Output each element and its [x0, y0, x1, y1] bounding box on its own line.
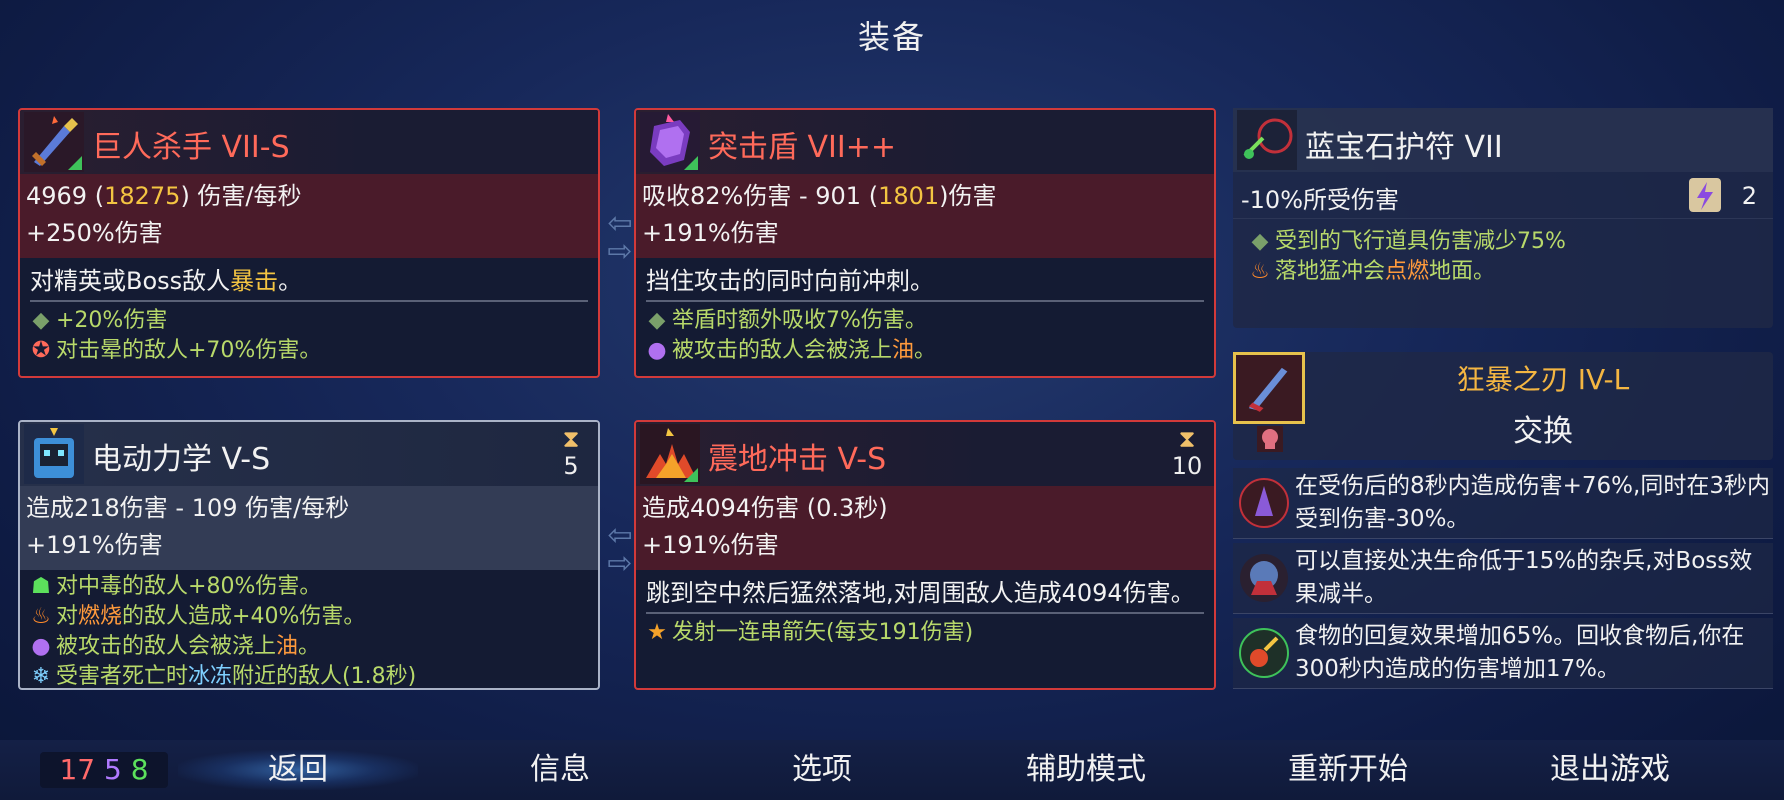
star-icon: ★ — [647, 620, 667, 645]
brutality-count: 17 — [59, 753, 96, 786]
mutation-text: 食物的回复效果增加65%。回收食物后,你在300秒内造成的伤害增加17%。 — [1295, 623, 1745, 682]
rage-mutation-icon — [1239, 478, 1289, 528]
affix-line: ◆ +20%伤害 — [30, 306, 588, 336]
weapon-name: 巨人杀手 VII-S — [92, 130, 290, 165]
oil-icon: ● — [31, 634, 51, 659]
skill-damage-bonus: +191%伤害 — [642, 531, 779, 559]
assist-mode-button[interactable]: 辅助模式 — [966, 750, 1206, 790]
skill-card-ground-slam[interactable]: 震地冲击 V-S ⧗ 10 造成4094伤害 (0.3秒) +191%伤害 跳到… — [634, 420, 1216, 690]
scroll-stat-counts: 17 5 8 — [40, 752, 168, 788]
fire-icon: ♨ — [1250, 259, 1270, 284]
skill-damage: 造成4094伤害 (0.3秒) — [642, 494, 888, 522]
affix-line: ● 被攻击的敌人会被浇上油。 — [30, 632, 588, 662]
mutation-row[interactable]: 食物的回复效果增加65%。回收食物后,你在300秒内造成的伤害增加17%。 — [1233, 618, 1773, 689]
skill-card-electrodynamics[interactable]: 电动力学 V-S ⧗ 5 造成218伤害 - 109 伤害/每秒 +191%伤害… — [18, 420, 600, 690]
weapon-damage-bonus: +250%伤害 — [26, 219, 163, 247]
skill-damage-bonus: +191%伤害 — [26, 531, 163, 559]
weapon-dps: 4969 (18275) 伤害/每秒 — [26, 182, 302, 210]
giant-killer-icon — [24, 112, 84, 172]
quit-game-button[interactable]: 退出游戏 — [1490, 750, 1730, 790]
hourglass-icon: ⧗ — [1178, 425, 1196, 453]
skill-description: 跳到空中然后猛然落地,对周围敌人造成4094伤害。 — [646, 579, 1195, 607]
restart-button[interactable]: 重新开始 — [1228, 750, 1468, 790]
cooldown: ⧗ 10 — [1170, 426, 1204, 480]
stun-icon: ✪ — [31, 338, 51, 363]
affix-line: ● 被攻击的敌人会被浇上油。 — [646, 336, 1204, 366]
affix-line: ♨ 落地猛冲会点燃地面。 — [1249, 257, 1757, 287]
skull-icon — [1257, 426, 1283, 452]
divider — [30, 300, 588, 302]
divider — [646, 612, 1204, 614]
affix-line: ♨ 对燃烧的敌人造成+40%伤害。 — [30, 602, 588, 632]
weapon-name: 突击盾 VII++ — [708, 130, 897, 165]
survival-count: 8 — [130, 753, 149, 786]
weapon-damage-bonus: +191%伤害 — [642, 219, 779, 247]
affix-line: ☗ 对中毒的敌人+80%伤害。 — [30, 572, 588, 602]
food-mutation-icon — [1239, 628, 1289, 678]
amulet-stat: -10%所受伤害 — [1241, 186, 1400, 214]
scroll-count: 2 — [1741, 182, 1757, 210]
weapon-description: 对精英或Boss敌人暴击。 — [30, 267, 303, 295]
cooldown: ⧗ 5 — [554, 426, 588, 480]
mutation-text: 可以直接处决生命低于15%的杂兵,对Boss效果减半。 — [1295, 548, 1753, 607]
sapphire-amulet-icon — [1237, 110, 1297, 170]
mutation-panel: 狂暴之刃 IV-L 交换 在受伤后的8秒内造成伤害+76%,同时在3秒内受到伤害… — [1233, 352, 1773, 692]
bottom-menu-bar: 17 5 8 返回 信息 选项 辅助模式 重新开始 退出游戏 — [0, 740, 1784, 800]
amulet-name: 蓝宝石护符 VII — [1305, 130, 1503, 165]
mutation-header[interactable]: 狂暴之刃 IV-L 交换 — [1233, 352, 1773, 460]
assault-shield-icon — [640, 112, 700, 172]
swap-button[interactable]: 交换 — [1313, 406, 1773, 450]
skill-name: 震地冲击 V-S — [708, 442, 887, 477]
tactics-scroll-icon — [1689, 178, 1721, 212]
fire-icon: ♨ — [31, 604, 51, 629]
affix-line: ✪ 对击晕的敌人+70%伤害。 — [30, 336, 588, 366]
affix-line: ★ 发射一连串箭矢(每支191伤害) — [646, 618, 1204, 648]
affix-line: ❄ 受害者死亡时冰冻附近的敌人(1.8秒) — [30, 662, 588, 689]
mutation-item-name: 狂暴之刃 IV-L — [1456, 363, 1630, 396]
oil-icon: ● — [647, 338, 667, 363]
execute-mutation-icon — [1240, 554, 1288, 602]
weapon-card-giant-killer[interactable]: 巨人杀手 VII-S 4969 (18275) 伤害/每秒 +250%伤害 对精… — [18, 108, 600, 378]
back-button[interactable]: 返回 — [178, 750, 418, 790]
affix-line: ◆ 受到的飞行道具伤害减少75% — [1249, 227, 1757, 257]
mutation-text: 在受伤后的8秒内造成伤害+76%,同时在3秒内受到伤害-30%。 — [1295, 473, 1770, 532]
skill-name: 电动力学 V-S — [92, 442, 271, 477]
ground-slam-icon — [640, 424, 700, 484]
mutation-row[interactable]: 可以直接处决生命低于15%的杂兵,对Boss效果减半。 — [1233, 543, 1773, 614]
cooldown-value: 5 — [563, 452, 579, 480]
mutation-row[interactable]: 在受伤后的8秒内造成伤害+76%,同时在3秒内受到伤害-30%。 — [1233, 468, 1773, 539]
diamond-bullet-icon: ◆ — [1251, 229, 1269, 254]
shield-absorb: 吸收82%伤害 - 901 (1801)伤害 — [642, 182, 997, 210]
hourglass-icon: ⧗ — [562, 425, 580, 453]
tactics-count: 5 — [103, 753, 122, 786]
divider — [646, 300, 1204, 302]
skill-damage: 造成218伤害 - 109 伤害/每秒 — [26, 494, 350, 522]
poison-icon: ☗ — [31, 574, 51, 599]
electrodynamics-icon — [24, 424, 84, 484]
amulet-panel[interactable]: 蓝宝石护符 VII -10%所受伤害 2 ◆ 受到的飞行道具伤害减少75% ♨ 落地… — [1233, 108, 1773, 328]
diamond-bullet-icon: ◆ — [648, 308, 666, 333]
screen-title: 装备 — [857, 18, 926, 56]
freeze-icon: ❄ — [31, 664, 51, 689]
affix-line: ◆ 举盾时额外吸收7%伤害。 — [646, 306, 1204, 336]
diamond-bullet-icon: ◆ — [32, 308, 50, 333]
options-button[interactable]: 选项 — [702, 750, 942, 790]
info-button[interactable]: 信息 — [440, 750, 680, 790]
weapon-description: 挡住攻击的同时向前冲刺。 — [646, 267, 934, 295]
weapon-card-assault-shield[interactable]: 突击盾 VII++ 吸收82%伤害 - 901 (1801)伤害 +191%伤害… — [634, 108, 1216, 378]
cooldown-value: 10 — [1171, 452, 1203, 480]
berserker-blade-icon — [1233, 352, 1305, 424]
